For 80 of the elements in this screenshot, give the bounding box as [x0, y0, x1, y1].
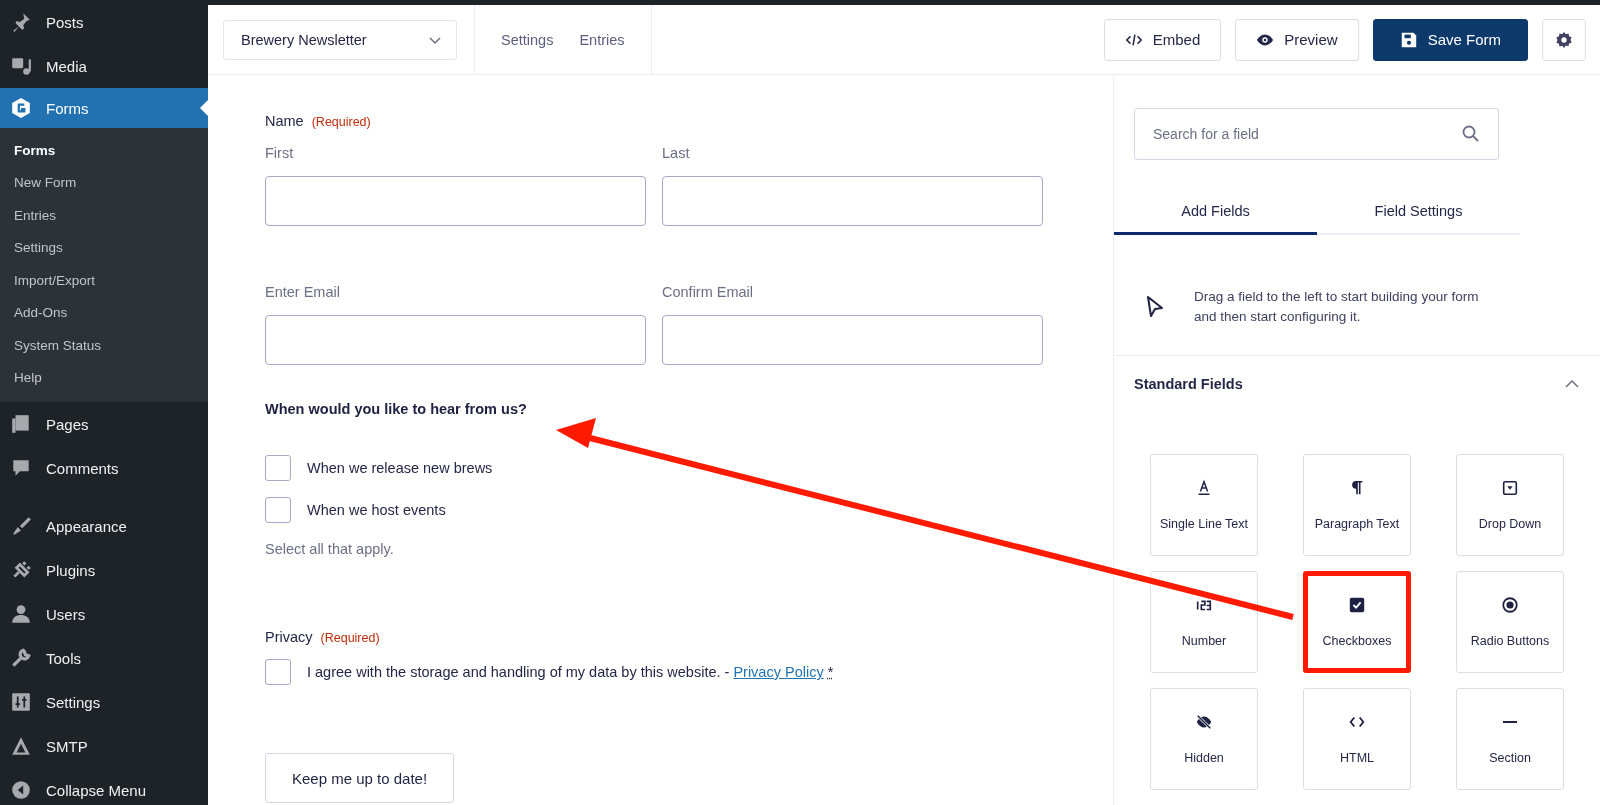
- hint-text: Drag a field to the left to start building your form and then start configuring it.: [1194, 288, 1480, 326]
- sidebar-menu-item[interactable]: Forms: [0, 88, 208, 128]
- required-note: (Required): [320, 631, 380, 645]
- sidebar-menu-item[interactable]: Settings: [0, 680, 208, 724]
- field-type-button[interactable]: Single Line Text: [1150, 454, 1258, 556]
- sub-label: Enter Email: [265, 284, 341, 300]
- cursor-icon: [1146, 295, 1164, 319]
- radio-icon: [1501, 596, 1519, 614]
- sidebar-menu-item[interactable]: Appearance: [0, 504, 208, 548]
- collapse-icon: [10, 779, 32, 801]
- checkbox-icon: [1348, 596, 1366, 614]
- field-type-button[interactable]: Paragraph Text: [1303, 454, 1411, 556]
- field-label: Privacy: [265, 629, 313, 645]
- triangle-logo-icon: [10, 735, 32, 757]
- field-type-button[interactable]: Hidden: [1150, 688, 1258, 790]
- sidebar-submenu-item[interactable]: Settings: [0, 231, 208, 264]
- wrench-icon: [10, 647, 32, 669]
- sidebar-menu-item[interactable]: Pages: [0, 402, 208, 446]
- input-field[interactable]: [265, 176, 646, 226]
- sidebar-submenu-item[interactable]: New Form: [0, 166, 208, 199]
- input-field[interactable]: [265, 315, 646, 365]
- sidebar-menu-item[interactable]: Comments: [0, 446, 208, 490]
- sidebar-menu-item[interactable]: Plugins: [0, 548, 208, 592]
- field-type-button[interactable]: Number: [1150, 571, 1258, 673]
- dropdown-icon: [1501, 479, 1519, 497]
- eye-slash-icon: [1195, 713, 1213, 731]
- field-type-button[interactable]: HTML: [1303, 688, 1411, 790]
- embed-button[interactable]: Embed: [1103, 18, 1222, 61]
- search-field[interactable]: Search for a field: [1134, 108, 1499, 160]
- media-icon: [10, 55, 32, 77]
- question-label: When would you like to hear from us?: [265, 401, 528, 417]
- sliders-icon: [10, 691, 32, 713]
- forms-logo-icon: [10, 97, 32, 119]
- panel-tab[interactable]: Add Fields: [1114, 190, 1317, 235]
- choice-label: When we release new brews: [307, 460, 493, 476]
- sidebar-menu-item[interactable]: Tools: [0, 636, 208, 680]
- dash-icon: [1501, 721, 1519, 723]
- submit-button[interactable]: Keep me up to date!: [265, 753, 455, 803]
- privacy-policy-link[interactable]: Privacy Policy: [733, 664, 824, 680]
- settings-button[interactable]: [1542, 18, 1586, 61]
- checkbox[interactable]: [265, 659, 291, 685]
- search-icon: [1461, 124, 1481, 144]
- paintbrush-icon: [10, 515, 32, 537]
- sub-label: Last: [662, 145, 691, 161]
- sidebar-submenu-item[interactable]: Add-Ons: [0, 296, 208, 329]
- pages-icon: [10, 413, 32, 435]
- sidebar-menu-item[interactable]: Media: [0, 44, 208, 88]
- settings-icon: [1555, 30, 1573, 49]
- field-label: Name: [265, 113, 304, 129]
- sidebar-submenu-item[interactable]: System Status: [0, 329, 208, 362]
- panel-tab[interactable]: Field Settings: [1317, 190, 1520, 235]
- preview-button[interactable]: Preview: [1235, 18, 1359, 61]
- nav-link[interactable]: Settings: [501, 31, 554, 48]
- save-button[interactable]: Save Form: [1372, 18, 1528, 61]
- sidebar-menu-item[interactable]: SMTP: [0, 724, 208, 768]
- field-description: Select all that apply.: [265, 541, 395, 557]
- sub-label: Confirm Email: [662, 284, 755, 300]
- sidebar-submenu-item[interactable]: Help: [0, 361, 208, 394]
- required-note: (Required): [311, 115, 371, 129]
- input-field[interactable]: [662, 176, 1043, 226]
- checkbox[interactable]: [265, 455, 291, 481]
- field-type-button[interactable]: Section: [1456, 688, 1564, 790]
- choice-label: When we host events: [307, 502, 446, 518]
- input-field[interactable]: [662, 315, 1043, 365]
- user-icon: [10, 603, 32, 625]
- sidebar-menu-item[interactable]: Collapse Menu: [0, 768, 208, 805]
- sidebar-submenu-item[interactable]: Import/Export: [0, 264, 208, 297]
- field-type-button[interactable]: Drop Down: [1456, 454, 1564, 556]
- field-type-button[interactable]: Radio Buttons: [1456, 571, 1564, 673]
- sidebar-submenu-item[interactable]: Entries: [0, 199, 208, 232]
- sub-label: First: [265, 145, 295, 161]
- sidebar-menu-item[interactable]: Posts: [0, 0, 208, 44]
- sidebar-menu-item[interactable]: Users: [0, 592, 208, 636]
- sidebar-submenu-item[interactable]: Forms: [0, 134, 208, 167]
- form-selector[interactable]: Brewery Newsletter: [223, 19, 457, 60]
- field-type-button[interactable]: Checkboxes: [1303, 571, 1411, 673]
- section-title: Standard Fields: [1134, 376, 1243, 392]
- nav-link[interactable]: Entries: [579, 31, 625, 48]
- checkbox[interactable]: [265, 497, 291, 523]
- consent-text: I agree with the storage and handling of my data by this website. - Privacy Policy *: [307, 664, 834, 680]
